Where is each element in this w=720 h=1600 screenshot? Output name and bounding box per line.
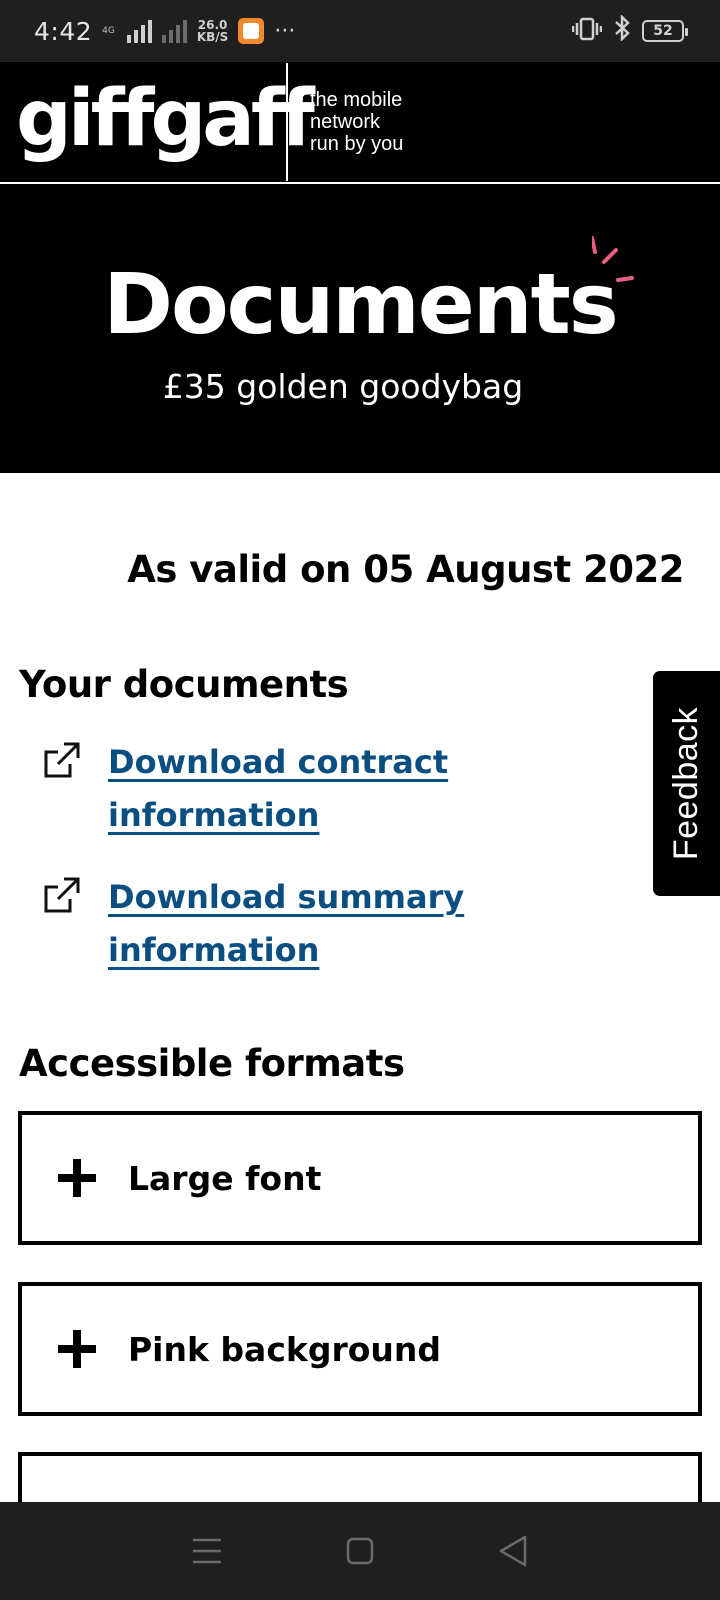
- feedback-label: Feedback: [667, 706, 706, 861]
- brand-tagline: the mobile network run by you: [288, 89, 403, 155]
- site-header: giffgaff the mobile network run by you: [0, 62, 720, 184]
- giffgaff-logo[interactable]: giffgaff: [0, 80, 315, 158]
- download-summary-label[interactable]: Download summary information: [108, 871, 508, 977]
- accessible-formats-heading: Accessible formats: [19, 1042, 405, 1085]
- back-triangle-icon[interactable]: [493, 1531, 533, 1571]
- accordion-label: Large font: [128, 1158, 322, 1198]
- hero-banner: Documents £35 golden goodybag: [0, 184, 720, 473]
- status-bar: 4:42 4G 26.0 KB/S ··· 52: [0, 0, 720, 62]
- signal-icon: [126, 19, 152, 43]
- tagline-line-1: the mobile: [310, 89, 403, 111]
- network-speed: 26.0 KB/S: [197, 19, 228, 43]
- validity-date: As valid on 05 August 2022: [127, 548, 684, 591]
- system-navigation-bar: [0, 1502, 720, 1600]
- signal-secondary-icon: [161, 19, 187, 43]
- battery-icon: 52: [642, 20, 688, 42]
- battery-level: 52: [653, 23, 673, 39]
- bluetooth-icon: [614, 13, 630, 47]
- network-speed-unit: KB/S: [196, 30, 229, 44]
- menu-icon[interactable]: [187, 1531, 227, 1571]
- vibrate-icon: [571, 17, 603, 46]
- external-link-icon: [44, 877, 80, 913]
- tagline-line-2: network: [310, 111, 381, 133]
- accordion-label: Pink background: [128, 1329, 442, 1369]
- status-bar-right: 52: [571, 13, 688, 47]
- page-subtitle: £35 golden goodybag: [162, 367, 524, 406]
- tagline-line-3: run by you: [310, 133, 404, 155]
- accordion-large-font[interactable]: Large font: [18, 1111, 702, 1245]
- feedback-tab[interactable]: Feedback: [653, 671, 720, 896]
- download-contract-label[interactable]: Download contract information: [108, 736, 508, 842]
- status-bar-left: 4:42 4G 26.0 KB/S ···: [34, 17, 295, 46]
- accordion-pink-background[interactable]: Pink background: [18, 1282, 702, 1416]
- download-summary-link[interactable]: Download summary information: [42, 871, 508, 977]
- external-link-icon: [44, 742, 80, 778]
- plus-icon: [58, 1330, 96, 1368]
- more-notifications: ···: [274, 18, 296, 44]
- network-type-label: 4G: [102, 25, 115, 36]
- status-time: 4:42: [34, 16, 93, 46]
- documents-heading: Your documents: [19, 663, 349, 706]
- download-contract-link[interactable]: Download contract information: [42, 736, 508, 842]
- home-square-icon[interactable]: [340, 1531, 380, 1571]
- app-notification-icon: [238, 18, 265, 44]
- sparkle-icon: [592, 236, 634, 282]
- plus-icon: [58, 1159, 96, 1197]
